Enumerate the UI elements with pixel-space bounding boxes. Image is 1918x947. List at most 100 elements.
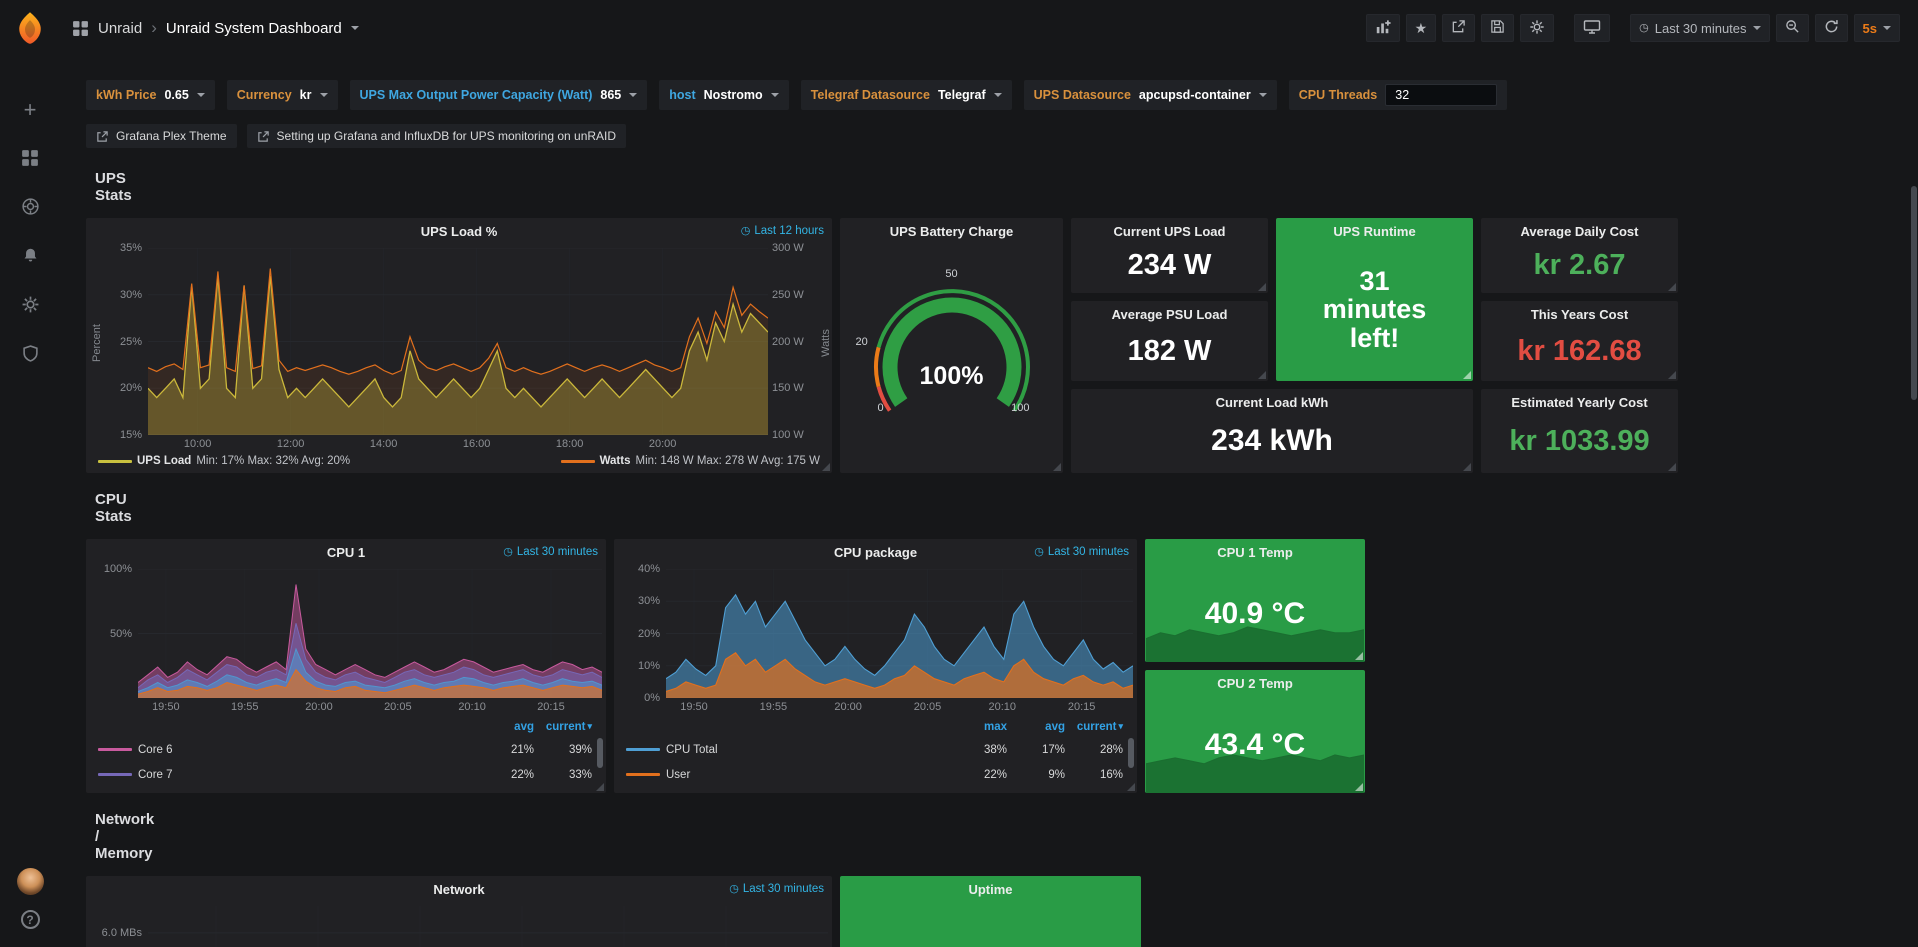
chevron-down-icon[interactable] <box>351 26 359 30</box>
panel-title[interactable]: Uptime <box>968 882 1012 897</box>
user-avatar[interactable] <box>17 868 44 895</box>
panel-time-range[interactable]: ◷Last 30 minutes <box>503 539 598 565</box>
legend-column-header[interactable]: avg <box>1007 721 1065 733</box>
legend-value: 17% <box>1007 744 1065 756</box>
panel-time-range[interactable]: ◷Last 30 minutes <box>729 876 824 902</box>
add-panel-button[interactable] <box>1366 14 1400 42</box>
x-tick: 10:00 <box>184 438 212 450</box>
time-range-picker[interactable]: ◷ Last 30 minutes <box>1630 14 1769 42</box>
panel-time-range[interactable]: ◷ Last 12 hours <box>741 218 824 244</box>
legend-series-name[interactable]: Watts <box>600 455 631 467</box>
dashboard-link[interactable]: Grafana Plex Theme <box>86 124 237 148</box>
variable-value[interactable]: 32 <box>1385 84 1497 106</box>
dashboard-title[interactable]: Unraid System Dashboard <box>166 20 342 37</box>
refresh-interval-picker[interactable]: 5s <box>1854 14 1900 42</box>
variable-value[interactable]: 865 <box>600 88 621 102</box>
battery-gauge: 0 20 50 100 100% <box>852 272 1052 424</box>
legend-row: Core 6 21% 39% <box>98 737 592 762</box>
panel-time-range[interactable]: ◷Last 30 minutes <box>1034 539 1129 565</box>
legend-scrollbar[interactable] <box>1128 738 1134 768</box>
variable-value[interactable]: kr <box>300 88 312 102</box>
dashboard-settings-button[interactable] <box>1520 14 1554 42</box>
panel-title[interactable]: CPU 1 <box>327 545 365 560</box>
configuration-button[interactable] <box>19 295 41 317</box>
legend: avg current▾ Core 6 21% 39% Core 7 22% 3… <box>86 714 606 793</box>
stat-value: 234 W <box>1071 244 1268 293</box>
variable-chip[interactable]: Telegraf Datasource Telegraf <box>801 80 1012 110</box>
y-tick: 10% <box>638 660 660 672</box>
panel-title[interactable]: Current Load kWh <box>1216 395 1329 410</box>
variable-chip[interactable]: Currency kr <box>227 80 338 110</box>
legend-column-header[interactable]: max <box>949 721 1007 733</box>
y-tick: 20% <box>120 382 142 394</box>
cpu-package-chart[interactable] <box>666 569 1133 698</box>
dashboards-button[interactable] <box>19 148 41 170</box>
variable-chip[interactable]: CPU Threads 32 <box>1289 80 1508 110</box>
panel-title[interactable]: Estimated Yearly Cost <box>1511 395 1647 410</box>
save-dashboard-button[interactable] <box>1481 14 1514 42</box>
legend-series-name[interactable]: User <box>626 769 949 781</box>
dashboard-link[interactable]: Setting up Grafana and InfluxDB for UPS … <box>247 124 627 148</box>
grafana-logo[interactable] <box>12 10 48 49</box>
panel-title[interactable]: CPU 1 Temp <box>1217 545 1293 560</box>
variable-chip[interactable]: host Nostromo <box>659 80 788 110</box>
panel-title[interactable]: Network <box>433 882 484 897</box>
panel-title[interactable]: UPS Runtime <box>1333 224 1415 239</box>
panel-title[interactable]: Current UPS Load <box>1114 224 1226 239</box>
panel-title[interactable]: This Years Cost <box>1531 307 1628 322</box>
legend-column-header[interactable]: current▾ <box>534 721 592 733</box>
x-tick: 20:15 <box>537 701 565 713</box>
panel-title[interactable]: UPS Battery Charge <box>890 224 1014 239</box>
variable-value[interactable]: Nostromo <box>704 88 763 102</box>
legend-column-header[interactable]: current▾ <box>1065 721 1123 733</box>
alerting-button[interactable] <box>19 246 41 268</box>
chevron-down-icon <box>1753 26 1761 30</box>
variable-chip[interactable]: kWh Price 0.65 <box>86 80 215 110</box>
network-chart[interactable] <box>148 906 828 947</box>
star-dashboard-button[interactable]: ★ <box>1406 14 1437 42</box>
panel-cpu2-temp: CPU 2 Temp 43.4 °C <box>1145 670 1365 793</box>
refresh-button[interactable] <box>1815 14 1848 42</box>
x-axis: 19:5019:5520:0020:0520:1020:15 <box>138 698 602 714</box>
gear-icon <box>1529 19 1545 38</box>
zoom-out-button[interactable] <box>1776 14 1809 42</box>
x-tick: 20:00 <box>649 438 677 450</box>
legend-series-name[interactable]: Core 7 <box>98 769 476 781</box>
variable-label: kWh Price <box>96 88 156 102</box>
navbar: Unraid › Unraid System Dashboard ★ <box>60 0 1918 56</box>
cycle-view-mode-button[interactable] <box>1574 14 1610 42</box>
panel-title[interactable]: Average PSU Load <box>1112 307 1228 322</box>
variable-value[interactable]: Telegraf <box>938 88 986 102</box>
page-scrollbar[interactable] <box>1911 186 1917 400</box>
legend-scrollbar[interactable] <box>597 738 603 768</box>
help-button[interactable]: ? <box>21 910 40 929</box>
share-dashboard-button[interactable] <box>1442 14 1475 42</box>
stat-value: 40.9 °C <box>1145 565 1365 662</box>
panel-title[interactable]: Average Daily Cost <box>1520 224 1638 239</box>
panel-title[interactable]: CPU 2 Temp <box>1217 676 1293 691</box>
legend-item[interactable]: Watts Min: 148 W Max: 278 W Avg: 175 W <box>561 455 820 467</box>
cpu1-chart[interactable] <box>138 569 602 698</box>
y-tick: 20% <box>638 628 660 640</box>
x-tick: 19:50 <box>680 701 708 713</box>
apps-grid-icon[interactable] <box>72 20 89 37</box>
breadcrumb-app[interactable]: Unraid <box>98 20 142 37</box>
panel-title[interactable]: CPU package <box>834 545 917 560</box>
ups-load-chart[interactable] <box>148 248 768 435</box>
legend-series-name[interactable]: Core 6 <box>98 744 476 756</box>
legend-row: User 22% 9% 16% <box>626 762 1123 787</box>
variable-chip[interactable]: UPS Max Output Power Capacity (Watt) 865 <box>350 80 648 110</box>
panel-time-label: Last 30 minutes <box>1048 546 1129 558</box>
variable-value[interactable]: 0.65 <box>164 88 188 102</box>
create-button[interactable]: + <box>19 99 41 121</box>
legend-series-name[interactable]: CPU Total <box>626 744 949 756</box>
chevron-down-icon <box>629 93 637 97</box>
legend-item[interactable]: UPS Load Min: 17% Max: 32% Avg: 20% <box>98 455 350 467</box>
server-admin-button[interactable] <box>19 344 41 366</box>
explore-button[interactable] <box>19 197 41 219</box>
variable-value[interactable]: apcupsd-container <box>1139 88 1251 102</box>
legend-column-header[interactable]: avg <box>476 721 534 733</box>
legend-series-name[interactable]: UPS Load <box>137 455 191 467</box>
panel-title[interactable]: UPS Load % <box>421 224 498 239</box>
variable-chip[interactable]: UPS Datasource apcupsd-container <box>1024 80 1277 110</box>
